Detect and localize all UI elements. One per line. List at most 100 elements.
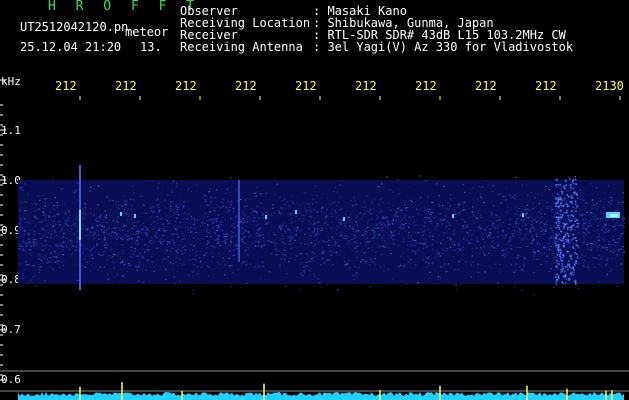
noise-speck [374,264,376,266]
noise-speck [245,264,247,266]
noise-speck [355,221,357,223]
noise-speck [505,187,508,189]
noise-speck [533,238,535,241]
noise-speck [131,238,133,240]
noise-speck [497,282,499,284]
noise-speck [279,213,281,215]
noise-speck [288,229,291,231]
noise-speck [449,239,452,241]
noise-speck [572,224,575,226]
noise-speck [150,243,153,245]
noise-speck [530,217,533,219]
noise-speck [258,233,261,235]
noise-speck-bright [563,270,566,273]
noise-speck [532,227,534,229]
noise-speck [320,286,322,288]
noise-speck [113,227,115,229]
noise-speck [282,223,284,225]
noise-speck [415,207,418,209]
noise-speck [606,258,609,260]
noise-speck [380,210,382,212]
noise-speck [256,186,258,189]
noise-speck [429,235,432,237]
noise-speck [431,243,434,246]
noise-speck [201,232,203,234]
noise-speck [24,230,27,233]
noise-speck [329,204,331,206]
noise-speck [159,248,162,250]
noise-speck [323,211,325,213]
noise-speck [483,252,485,254]
noise-speck [46,262,48,264]
noise-speck [291,247,293,249]
noise-speck [597,236,599,239]
noise-speck-bright [568,278,571,280]
noise-speck [371,238,374,240]
noise-speck [56,235,58,237]
noise-speck [620,224,623,226]
noise-speck [156,198,159,200]
noise-speck [280,238,282,240]
noise-speck [430,219,433,221]
noise-speck [552,237,555,239]
noise-speck [424,241,426,243]
noise-speck [595,208,598,210]
noise-speck [593,204,595,206]
noise-speck [41,243,43,245]
noise-speck [145,229,147,231]
noise-speck [561,228,563,231]
noise-speck [40,238,42,240]
noise-speck [549,206,552,208]
noise-speck [207,225,209,228]
noise-speck [73,192,76,194]
noise-speck [50,238,52,240]
noise-speck [97,234,100,236]
noise-speck [478,185,481,187]
noise-speck [581,254,583,256]
noise-speck [245,215,247,217]
noise-speck [306,265,308,267]
noise-speck [359,242,362,245]
noise-speck [464,221,466,223]
noise-speck [608,229,610,231]
noise-speck [389,220,392,223]
noise-speck-bright [558,218,561,220]
noise-speck [195,227,197,229]
noise-speck [429,220,432,223]
noise-speck [421,242,424,244]
noise-speck [479,214,482,216]
noise-speck [355,216,357,219]
noise-speck [331,212,334,214]
noise-speck [586,202,588,204]
noise-speck [212,222,214,224]
noise-speck [543,247,545,249]
noise-speck [608,201,610,203]
noise-speck [262,237,264,239]
noise-speck [465,261,467,263]
noise-speck [436,250,438,252]
noise-speck [466,226,469,228]
noise-speck [18,243,20,246]
noise-speck [138,261,141,263]
noise-speck [389,243,392,245]
noise-speck [99,224,102,226]
noise-speck [188,235,191,237]
noise-speck [278,250,280,252]
noise-speck-bright [557,247,559,249]
noise-speck [551,230,553,232]
noise-speck [346,218,349,220]
noise-speck [407,255,409,257]
noise-speck [167,241,169,243]
noise-speck-bright [567,218,570,221]
noise-speck [445,225,448,228]
noise-speck [392,243,394,245]
noise-speck [580,213,582,216]
noise-speck [347,236,349,238]
noise-speck [62,249,64,251]
noise-speck [207,216,209,218]
noise-speck [224,236,227,238]
noise-speck [374,251,377,253]
noise-speck [268,271,271,273]
noise-speck [344,261,346,263]
noise-speck [282,238,285,240]
